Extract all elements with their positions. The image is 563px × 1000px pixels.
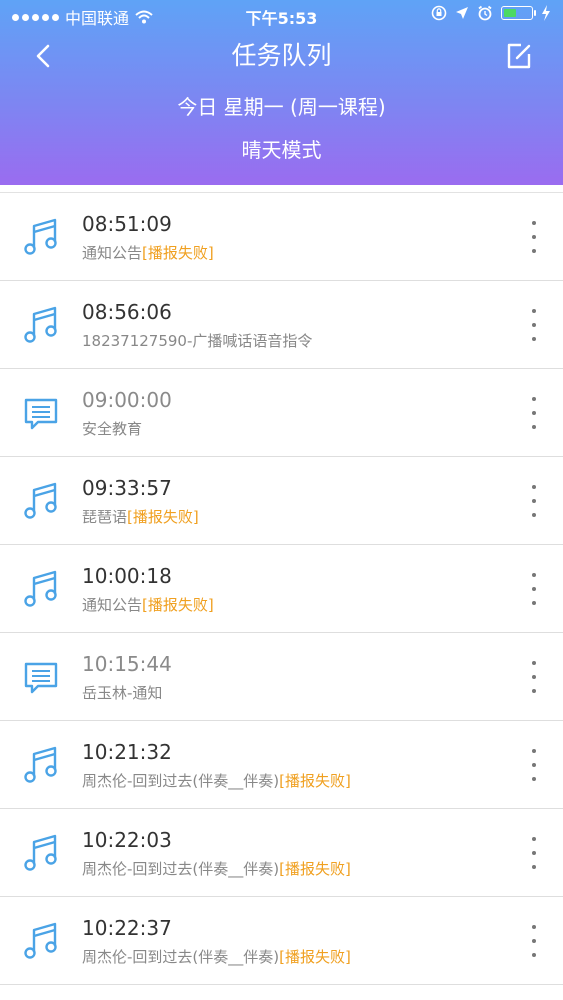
task-row[interactable]: 09:33:57 琵琶语[播报失败] [0, 457, 563, 545]
task-description: 岳玉林-通知 [82, 683, 162, 703]
music-note-icon [22, 745, 60, 785]
task-time: 10:15:44 [82, 652, 172, 676]
page-title: 任务队列 [231, 41, 332, 70]
more-options-icon[interactable] [527, 485, 541, 517]
status-right [431, 5, 551, 21]
weather-mode-label: 晴天模式 [241, 138, 322, 162]
task-row[interactable]: 08:51:09 通知公告[播报失败] [0, 193, 563, 281]
edit-button[interactable] [503, 40, 535, 72]
task-title: 周杰伦-回到过去(伴奏__伴奏) [82, 772, 280, 790]
task-row[interactable]: 08:56:06 18237127590-广播喊话语音指令 [0, 281, 563, 369]
task-time: 10:22:03 [82, 828, 172, 852]
music-note-icon [22, 921, 60, 961]
task-time: 09:33:57 [82, 476, 172, 500]
location-icon [456, 7, 468, 19]
music-note-icon [22, 305, 60, 345]
message-icon [22, 393, 60, 433]
music-note-icon [22, 481, 60, 521]
more-options-icon[interactable] [527, 749, 541, 781]
message-icon [22, 657, 60, 697]
more-options-icon[interactable] [527, 925, 541, 957]
more-options-icon[interactable] [527, 221, 541, 253]
task-title: 周杰伦-回到过去(伴奏__伴奏) [82, 948, 280, 966]
task-status-badge: [播报失败] [127, 508, 199, 526]
task-row[interactable]: 10:00:18 通知公告[播报失败] [0, 545, 563, 633]
task-title: 18237127590-广播喊话语音指令 [82, 332, 313, 350]
alarm-icon [478, 5, 492, 21]
task-status-badge: [播报失败] [279, 948, 351, 966]
status-bar: 中国联通 下午5:53 [0, 0, 563, 30]
task-description: 18237127590-广播喊话语音指令 [82, 331, 312, 351]
task-row[interactable]: 09:00:00 安全教育 [0, 369, 563, 457]
task-row[interactable]: 10:22:03 周杰伦-回到过去(伴奏__伴奏)[播报失败] [0, 809, 563, 897]
task-time: 10:21:32 [82, 740, 172, 764]
task-title: 通知公告 [82, 596, 143, 614]
task-title: 琵琶语 [82, 508, 128, 526]
task-time: 10:22:37 [82, 916, 172, 940]
task-list: 08:51:09 通知公告[播报失败] 08:56:06 18237127590-广播… [0, 192, 563, 985]
task-row[interactable]: 10:22:37 周杰伦-回到过去(伴奏__伴奏)[播报失败] [0, 897, 563, 985]
task-description: 周杰伦-回到过去(伴奏__伴奏)[播报失败] [82, 771, 351, 791]
task-row[interactable]: 10:21:32 周杰伦-回到过去(伴奏__伴奏)[播报失败] [0, 721, 563, 809]
header: 中国联通 下午5:53 任务队列 今日 星期一 (周一课程) 晴天模式 [0, 0, 563, 185]
battery-icon [501, 6, 536, 20]
music-note-icon [22, 217, 60, 257]
more-options-icon[interactable] [527, 661, 541, 693]
more-options-icon[interactable] [527, 573, 541, 605]
task-title: 安全教育 [82, 420, 143, 438]
task-status-badge: [播报失败] [279, 860, 351, 878]
more-options-icon[interactable] [527, 309, 541, 341]
task-time: 09:00:00 [82, 388, 172, 412]
task-status-badge: [播报失败] [142, 244, 214, 262]
task-row[interactable]: 10:15:44 岳玉林-通知 [0, 633, 563, 721]
task-description: 周杰伦-回到过去(伴奏__伴奏)[播报失败] [82, 947, 351, 967]
task-title: 岳玉林-通知 [82, 684, 163, 702]
task-time: 08:56:06 [82, 300, 172, 324]
rotation-lock-icon [431, 5, 447, 21]
task-description: 周杰伦-回到过去(伴奏__伴奏)[播报失败] [82, 859, 351, 879]
music-note-icon [22, 569, 60, 609]
today-schedule-label: 今日 星期一 (周一课程) [177, 95, 386, 119]
task-description: 通知公告[播报失败] [82, 243, 214, 263]
more-options-icon[interactable] [527, 397, 541, 429]
task-title: 周杰伦-回到过去(伴奏__伴奏) [82, 860, 280, 878]
music-note-icon [22, 833, 60, 873]
task-status-badge: [播报失败] [279, 772, 351, 790]
task-status-badge: [播报失败] [142, 596, 214, 614]
task-description: 通知公告[播报失败] [82, 595, 214, 615]
charging-bolt-icon [542, 5, 550, 21]
task-description: 安全教育 [82, 419, 142, 439]
task-time: 10:00:18 [82, 564, 172, 588]
task-title: 通知公告 [82, 244, 143, 262]
task-description: 琵琶语[播报失败] [82, 507, 199, 527]
task-time: 08:51:09 [82, 212, 172, 236]
edit-icon [507, 43, 531, 69]
more-options-icon[interactable] [527, 837, 541, 869]
